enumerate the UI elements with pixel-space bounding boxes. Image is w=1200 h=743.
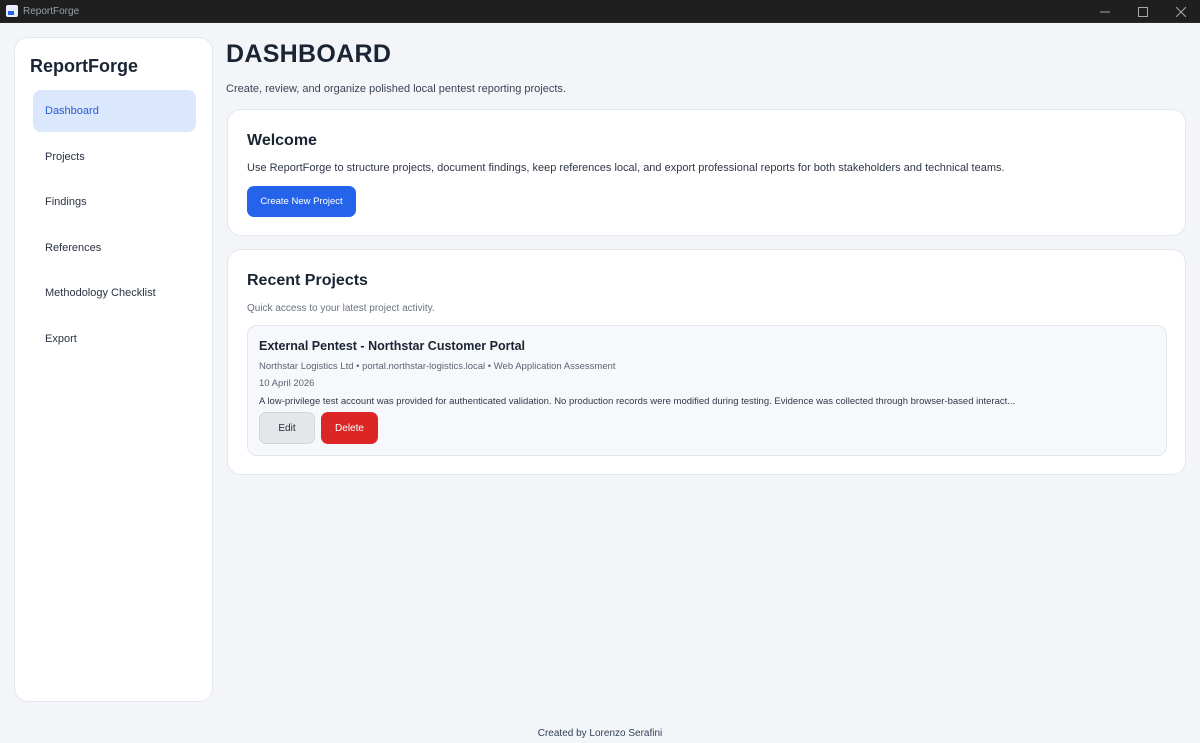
brand-title: ReportForge (30, 56, 138, 76)
sidebar-nav: Dashboard Projects Findings References M… (33, 90, 196, 363)
window-controls (1086, 0, 1200, 23)
minimize-icon[interactable] (1086, 0, 1124, 23)
sidebar-item-projects[interactable]: Projects (33, 136, 196, 178)
sidebar-item-methodology-checklist[interactable]: Methodology Checklist (33, 272, 196, 314)
project-date: 10 April 2026 (259, 378, 315, 389)
recent-projects-heading: Recent Projects (247, 272, 368, 289)
project-title: External Pentest - Northstar Customer Po… (259, 339, 526, 353)
maximize-icon[interactable] (1124, 0, 1162, 23)
sidebar-item-findings[interactable]: Findings (33, 181, 196, 223)
window-titlebar: ReportForge (0, 0, 1200, 23)
page-subtitle: Create, review, and organize polished lo… (226, 83, 566, 95)
edit-project-button[interactable]: Edit (259, 412, 315, 444)
sidebar-item-export[interactable]: Export (33, 318, 196, 360)
recent-projects-card: Recent Projects Quick access to your lat… (227, 249, 1186, 475)
recent-projects-subtitle: Quick access to your latest project acti… (247, 303, 435, 314)
welcome-card: Welcome Use ReportForge to structure pro… (227, 109, 1186, 236)
project-meta: Northstar Logistics Ltd • portal.northst… (259, 361, 616, 372)
sidebar: ReportForge Dashboard Projects Findings … (14, 37, 213, 702)
app-icon (6, 5, 18, 17)
welcome-text: Use ReportForge to structure projects, d… (247, 162, 1005, 174)
sidebar-item-references[interactable]: References (33, 227, 196, 269)
create-new-project-button[interactable]: Create New Project (247, 186, 356, 217)
close-icon[interactable] (1162, 0, 1200, 23)
footer-credit: Created by Lorenzo Serafini (537, 728, 663, 739)
welcome-heading: Welcome (247, 132, 317, 149)
project-card[interactable]: External Pentest - Northstar Customer Po… (247, 325, 1167, 456)
window-title: ReportForge (23, 5, 80, 17)
delete-project-button[interactable]: Delete (321, 412, 378, 444)
project-description: A low-privilege test account was provide… (259, 396, 1016, 407)
sidebar-item-dashboard[interactable]: Dashboard (33, 90, 196, 132)
page-title: DASHBOARD (226, 40, 392, 68)
